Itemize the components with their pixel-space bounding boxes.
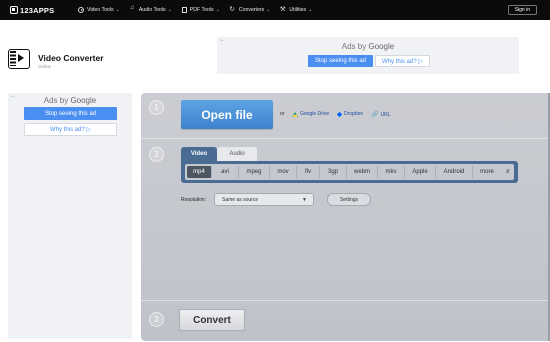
- google-brand: Google: [70, 96, 97, 105]
- ads-by-label: Ads by: [43, 96, 71, 105]
- resolution-value: Same as source: [222, 196, 259, 203]
- google-drive-link[interactable]: Google Drive: [292, 111, 329, 117]
- main-nav: Video Tools ⌄ Audio Tools ⌄ PDF Tools ⌄ …: [78, 5, 322, 13]
- format-option-3gp[interactable]: 3gp: [320, 166, 347, 178]
- page-title: Video Converter: [38, 53, 104, 63]
- resolution-select[interactable]: Same as source ▼: [214, 193, 314, 206]
- format-option-android[interactable]: Android: [436, 166, 473, 178]
- chevron-down-icon: ⌄: [167, 7, 172, 13]
- ads-by-google: Ads by Google: [8, 96, 132, 105]
- step-number-1: 1: [149, 100, 164, 115]
- dropbox-link[interactable]: Dropbox: [336, 111, 363, 117]
- ads-by-label: Ads by: [341, 42, 369, 51]
- play-circle-icon: [78, 7, 84, 13]
- nav-pdf-tools[interactable]: PDF Tools ⌄: [181, 7, 220, 13]
- convert-button[interactable]: Convert: [179, 309, 245, 331]
- chevron-down-icon: ⌄: [266, 7, 271, 13]
- nav-label: Video Tools: [87, 7, 114, 13]
- google-brand: Google: [368, 42, 395, 51]
- source-label: Google Drive: [300, 111, 330, 117]
- sign-in-button[interactable]: Sign in: [507, 5, 537, 15]
- media-type-tabs: Video Audio: [181, 147, 257, 161]
- format-option-apple[interactable]: Apple: [405, 166, 436, 178]
- nav-utilities[interactable]: Utilities ⌄: [280, 5, 313, 13]
- format-option-mp4[interactable]: mp4: [187, 166, 212, 178]
- nav-video-tools[interactable]: Video Tools ⌄: [78, 7, 120, 13]
- open-file-button[interactable]: Open file: [181, 100, 273, 129]
- format-option-avi[interactable]: avi: [212, 166, 239, 178]
- step-number-3: 3: [149, 312, 164, 327]
- chevron-down-icon: ⌄: [215, 7, 220, 13]
- tools-icon: [280, 5, 286, 13]
- stop-seeing-ad-button[interactable]: Stop seeing this ad: [24, 107, 117, 120]
- logo[interactable]: 123APPS: [10, 6, 66, 15]
- page-subtitle: Online: [38, 64, 52, 69]
- source-label: URL: [380, 111, 391, 118]
- source-label: Dropbox: [344, 111, 363, 117]
- why-this-ad-button[interactable]: Why this ad? ▷: [24, 123, 117, 136]
- chevron-down-icon: ▼: [302, 196, 307, 203]
- settings-button[interactable]: Settings: [327, 193, 371, 206]
- link-icon: 🔗: [371, 112, 379, 118]
- nav-label: PDF Tools: [189, 7, 214, 13]
- chevron-down-icon: ⌄: [308, 7, 313, 13]
- nav-label: Utilities: [289, 7, 307, 13]
- tab-video[interactable]: Video: [181, 147, 217, 161]
- format-option-mkv[interactable]: mkv: [378, 166, 405, 178]
- format-option-webm[interactable]: webm: [347, 166, 378, 178]
- chevron-down-icon: ⌄: [115, 7, 120, 13]
- top-nav-bar: 123APPS Video Tools ⌄ Audio Tools ⌄ PDF …: [0, 0, 550, 20]
- logo-text: 123APPS: [20, 5, 55, 15]
- step-divider: [141, 300, 550, 301]
- url-link[interactable]: 🔗 URL: [371, 111, 391, 119]
- format-list: mp4 avi mpeg mov flv 3gp webm mkv Apple …: [185, 164, 514, 180]
- resolution-label: Resolution:: [181, 197, 207, 203]
- converter-panel: 1 Open file or Google Drive Dropbox 🔗 UR…: [141, 93, 550, 341]
- format-option-mpeg[interactable]: mpeg: [239, 166, 270, 178]
- format-option-more[interactable]: more: [473, 166, 501, 178]
- stop-seeing-ad-button[interactable]: Stop seeing this ad: [308, 55, 373, 67]
- why-this-ad-button[interactable]: Why this ad? ▷: [375, 55, 430, 67]
- music-note-icon: [130, 5, 136, 13]
- tab-audio[interactable]: Audio: [217, 147, 257, 161]
- google-drive-icon: [292, 111, 298, 117]
- side-ad-banner: ← Ads by Google Stop seeing this ad Why …: [8, 93, 132, 339]
- convert-cycle-icon: [229, 5, 236, 13]
- nav-label: Audio Tools: [138, 7, 166, 13]
- up-down-chevron-icon[interactable]: ⇵: [506, 169, 512, 175]
- document-icon: [181, 7, 187, 13]
- ads-by-google: Ads by Google: [217, 42, 519, 51]
- top-ad-banner: ← Ads by Google Stop seeing this ad Why …: [217, 37, 519, 74]
- nav-converters[interactable]: Converters ⌄: [229, 5, 271, 13]
- or-label: or: [280, 111, 285, 117]
- video-converter-icon: [8, 49, 30, 69]
- format-option-flv[interactable]: flv: [297, 166, 320, 178]
- logo-icon: [10, 6, 18, 14]
- dropbox-icon: [336, 111, 343, 117]
- nav-label: Converters: [238, 7, 265, 13]
- nav-audio-tools[interactable]: Audio Tools ⌄: [130, 5, 172, 13]
- step-divider: [141, 138, 550, 139]
- format-selector: mp4 avi mpeg mov flv 3gp webm mkv Apple …: [181, 161, 518, 183]
- step-number-2: 2: [149, 147, 164, 162]
- format-option-mov[interactable]: mov: [270, 166, 297, 178]
